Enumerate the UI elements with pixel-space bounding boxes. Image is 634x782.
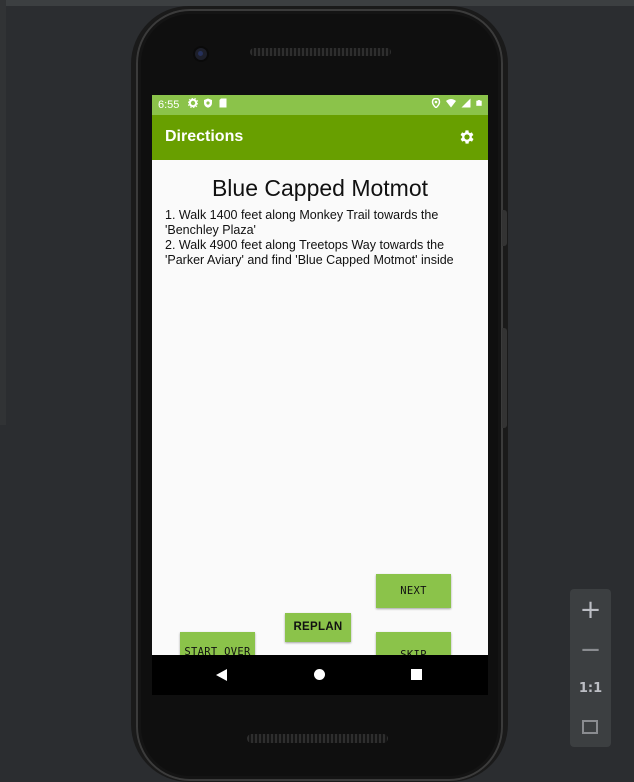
top-speaker-grille — [250, 48, 391, 56]
emulator-zoom-controls: + − 1:1 — [570, 589, 611, 747]
fit-screen-icon — [582, 720, 598, 734]
bottom-speaker-grille — [247, 734, 388, 743]
status-bar: 6:55 — [152, 95, 488, 115]
destination-title: Blue Capped Motmot — [211, 175, 429, 201]
status-time: 6:55 — [158, 99, 180, 111]
wifi-icon — [446, 99, 456, 108]
system-navigation-bar — [152, 655, 488, 695]
page-title: Directions — [165, 128, 244, 145]
start-over-button[interactable]: START OVER — [180, 632, 255, 655]
device-screen: 6:55 Directions Blue Capped Motmot 1. Wa… — [152, 95, 488, 655]
replan-button[interactable]: REPLAN — [285, 613, 351, 642]
direction-step: 1. Walk 1400 feet along Monkey Trail tow… — [165, 208, 439, 237]
settings-gear-icon[interactable] — [458, 128, 476, 146]
zoom-in-button[interactable]: + — [570, 591, 611, 629]
home-circle-icon[interactable] — [314, 669, 325, 680]
front-camera — [195, 48, 207, 60]
sim-card-icon — [219, 98, 227, 108]
recents-square-icon[interactable] — [411, 669, 422, 680]
signal-icon — [461, 98, 471, 108]
skip-button[interactable]: SKIP — [376, 632, 451, 655]
ide-side-panel — [0, 0, 6, 425]
status-system-icons — [431, 98, 482, 108]
fit-screen-button[interactable] — [570, 709, 611, 747]
zoom-out-button[interactable]: − — [570, 631, 611, 669]
device-volume-button[interactable] — [502, 328, 507, 428]
direction-step: 2. Walk 4900 feet along Treetops Way tow… — [165, 238, 454, 267]
location-icon — [431, 98, 441, 108]
status-notification-icons — [188, 98, 228, 108]
gear-icon — [188, 98, 198, 108]
shield-icon — [204, 98, 212, 108]
battery-icon — [476, 100, 482, 106]
actual-size-button[interactable]: 1:1 — [570, 670, 611, 708]
directions-list: 1. Walk 1400 feet along Monkey Trail tow… — [165, 208, 483, 268]
app-toolbar: Directions — [152, 115, 488, 160]
next-button[interactable]: NEXT — [376, 574, 451, 608]
device-power-button[interactable] — [502, 210, 507, 246]
back-triangle-icon[interactable] — [216, 669, 227, 681]
